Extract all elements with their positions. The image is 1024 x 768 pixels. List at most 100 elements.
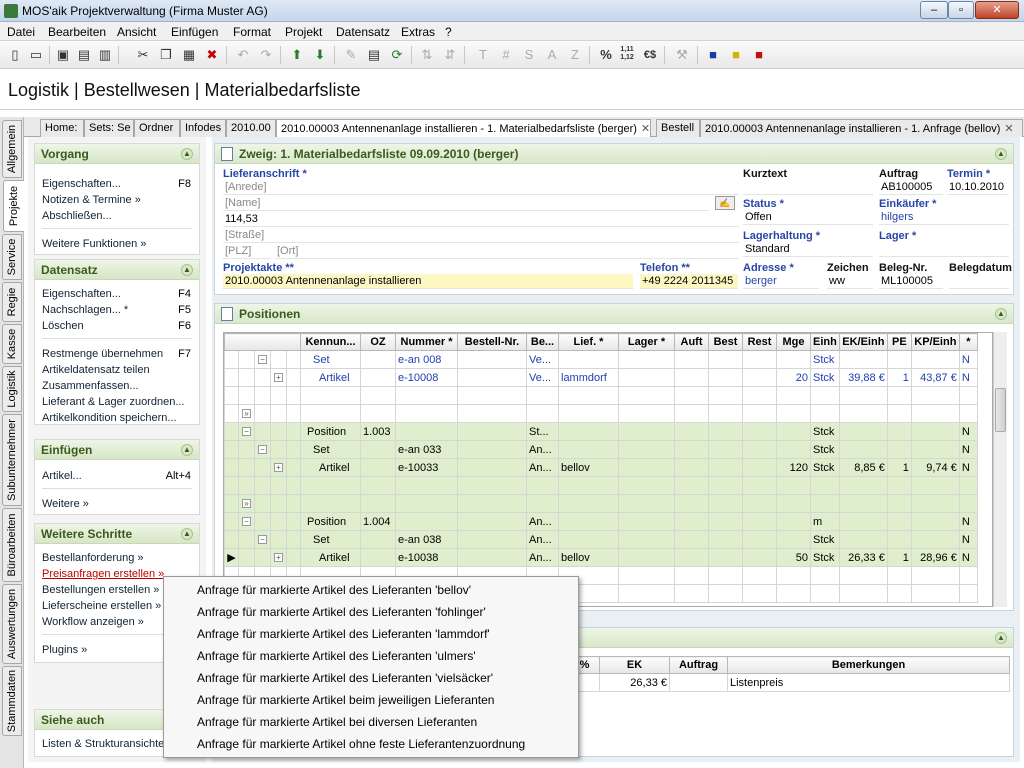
strasse-field[interactable]: [Straße] — [223, 228, 739, 243]
tab-infodes[interactable]: Infodes — [180, 119, 226, 137]
auftrag-field[interactable]: AB100005 — [879, 180, 943, 195]
menu-datensatz[interactable]: Datensatz — [336, 25, 390, 39]
close-window-button[interactable]: ✕ — [975, 1, 1019, 19]
currency-icon[interactable]: €$ — [641, 46, 659, 64]
puzzle-red-icon[interactable]: ■ — [750, 46, 768, 64]
name-field[interactable]: [Name] — [223, 196, 709, 211]
col-pe[interactable]: PE — [886, 333, 912, 351]
artikelkondition-link[interactable]: Artikelkondition speichern... — [42, 412, 177, 424]
menu-projekt[interactable]: Projekt — [285, 25, 322, 39]
text-a-icon[interactable]: A — [543, 46, 561, 64]
copy-icon[interactable]: ❐ — [157, 46, 175, 64]
restmenge-link[interactable]: Restmenge übernehmen — [42, 348, 163, 360]
col-lieferant[interactable]: Lief. * — [558, 333, 619, 351]
table-row[interactable]: + Artikel e-10033 An... bellov 120 Stck 8,85 €1… — [224, 458, 978, 477]
menu-item-anfrage-jeweiliger[interactable]: Anfrage für markierte Artikel beim jewei… — [197, 693, 494, 707]
table-row[interactable]: » — [224, 494, 978, 513]
menu-datei[interactable]: Datei — [7, 25, 35, 39]
close-tab-icon[interactable]: ✕ — [641, 123, 650, 135]
termin-field[interactable]: 10.10.2010 — [947, 180, 1009, 195]
menu-item-anfrage-ulmers[interactable]: Anfrage für markierte Artikel des Liefer… — [197, 649, 476, 663]
pen-icon[interactable]: ✎ — [342, 46, 360, 64]
menu-item-anfrage-diverse[interactable]: Anfrage für markierte Artikel bei divers… — [197, 715, 477, 729]
tab-2010-00[interactable]: 2010.00 — [226, 119, 276, 137]
zusammenfassen-link[interactable]: Zusammenfassen... — [42, 380, 139, 392]
menu-item-anfrage-bellov[interactable]: Anfrage für markierte Artikel des Liefer… — [197, 583, 471, 597]
text-s-icon[interactable]: S — [520, 46, 538, 64]
text-t-icon[interactable]: T — [474, 46, 492, 64]
lager-field[interactable] — [879, 242, 1009, 257]
section-header[interactable]: Datensatz ▲ — [35, 260, 199, 280]
preisanfragen-link[interactable]: Preisanfragen erstellen » — [42, 568, 164, 580]
table-row[interactable]: − Position 1.004 An... m N — [224, 512, 978, 531]
col-rest[interactable]: Rest — [742, 333, 777, 351]
sort-alt-icon[interactable]: ⇵ — [441, 46, 459, 64]
eigenschaften-link[interactable]: Eigenschaften... — [42, 178, 121, 190]
col-ek[interactable]: EK — [599, 656, 670, 674]
vtab-subunternehmer[interactable]: Subunternehmer — [2, 414, 22, 506]
table-row[interactable]: − Set e-an 008 Ve... Stck N — [224, 350, 978, 369]
table-row[interactable]: ▶ + Artikel e-10038 An... bellov 50 Stck 26,33 €… — [224, 548, 978, 567]
section-header[interactable]: Vorgang ▲ — [35, 144, 199, 164]
collapse-icon[interactable]: ▲ — [181, 444, 193, 456]
tools-icon[interactable]: ⚒ — [673, 46, 691, 64]
collapse-icon[interactable]: ▲ — [995, 148, 1007, 160]
table-row[interactable]: 26,33 € Listenpreis — [569, 673, 1010, 692]
col-lager[interactable]: Lager * — [618, 333, 675, 351]
ds-eigenschaften-link[interactable]: Eigenschaften... — [42, 288, 121, 300]
col-best[interactable]: Best — [708, 333, 743, 351]
col-flag[interactable]: * — [958, 333, 978, 351]
vtab-projekte[interactable]: Projekte — [3, 180, 24, 232]
tab-ordner[interactable]: Ordner — [134, 119, 180, 137]
menu-item-anfrage-ohne-zuordnung[interactable]: Anfrage für markierte Artikel ohne feste… — [197, 737, 525, 751]
document-icon[interactable]: ▤ — [365, 46, 383, 64]
undo-icon[interactable]: ↶ — [234, 46, 252, 64]
kurztext-field[interactable] — [743, 180, 873, 195]
table-row[interactable] — [224, 386, 978, 405]
cut-icon[interactable]: ✂ — [134, 46, 152, 64]
print-icon[interactable]: ▥ — [96, 46, 114, 64]
col-oz[interactable]: OZ — [360, 333, 396, 351]
menu-item-anfrage-lammdorf[interactable]: Anfrage für markierte Artikel des Liefer… — [197, 627, 490, 641]
menu-extras[interactable]: Extras — [401, 25, 435, 39]
anrede-field[interactable]: [Anrede] — [223, 180, 739, 195]
status-field[interactable]: Offen — [743, 210, 873, 225]
table-row[interactable]: − Set e-an 038 An... Stck N — [224, 530, 978, 549]
signature-icon[interactable]: ✍ — [715, 196, 735, 210]
print-preview-icon[interactable]: ▤ — [75, 46, 93, 64]
collapse-icon[interactable]: ▲ — [995, 632, 1007, 644]
col-nummer[interactable]: Nummer * — [395, 333, 458, 351]
arrow-up-icon[interactable]: ⬆ — [288, 46, 306, 64]
vtab-stammdaten[interactable]: Stammdaten — [2, 666, 22, 736]
menu-item-anfrage-fohlinger[interactable]: Anfrage für markierte Artikel des Liefer… — [197, 605, 486, 619]
scroll-thumb[interactable] — [995, 388, 1006, 432]
tab-home[interactable]: Home: — [40, 119, 84, 137]
delete-icon[interactable]: ✖ — [203, 46, 221, 64]
vtab-kasse[interactable]: Kasse — [2, 324, 22, 364]
vtab-auswertungen[interactable]: Auswertungen — [2, 584, 22, 664]
maximize-button[interactable]: ▫ — [948, 1, 974, 19]
col-auft[interactable]: Auft — [674, 333, 709, 351]
bestellungen-link[interactable]: Bestellungen erstellen » — [42, 584, 159, 596]
col-auftrag[interactable]: Auftrag — [669, 656, 728, 674]
lieferant-lager-link[interactable]: Lieferant & Lager zuordnen... — [42, 396, 184, 408]
table-row[interactable]: » — [224, 404, 978, 423]
paste-icon[interactable]: ▦ — [180, 46, 198, 64]
decimals-icon[interactable]: 1,11 1,12 — [618, 46, 636, 64]
col-ek-einh[interactable]: EK/Einh — [838, 333, 888, 351]
lieferscheine-link[interactable]: Lieferscheine erstellen » — [42, 600, 161, 612]
open-folder-icon[interactable]: ▭ — [27, 46, 45, 64]
hash-icon[interactable]: # — [497, 46, 515, 64]
vtab-logistik[interactable]: Logistik — [2, 366, 22, 412]
section-header[interactable]: Einfügen ▲ — [35, 440, 199, 460]
menu-item-anfrage-vielsaecker[interactable]: Anfrage für markierte Artikel des Liefer… — [197, 671, 493, 685]
tab-bestell[interactable]: Bestell — [656, 119, 700, 137]
col-einh[interactable]: Einh — [810, 333, 840, 351]
collapse-icon[interactable]: ▲ — [181, 148, 193, 160]
section-header[interactable]: Weitere Schritte ▲ — [35, 524, 199, 544]
text-z-icon[interactable]: Z — [566, 46, 584, 64]
col-kennung[interactable]: Kennun... — [300, 333, 361, 351]
notizen-link[interactable]: Notizen & Termine » — [42, 194, 141, 206]
belegdatum-field[interactable] — [949, 274, 1009, 289]
nachschlagen-link[interactable]: Nachschlagen... * — [42, 304, 128, 316]
